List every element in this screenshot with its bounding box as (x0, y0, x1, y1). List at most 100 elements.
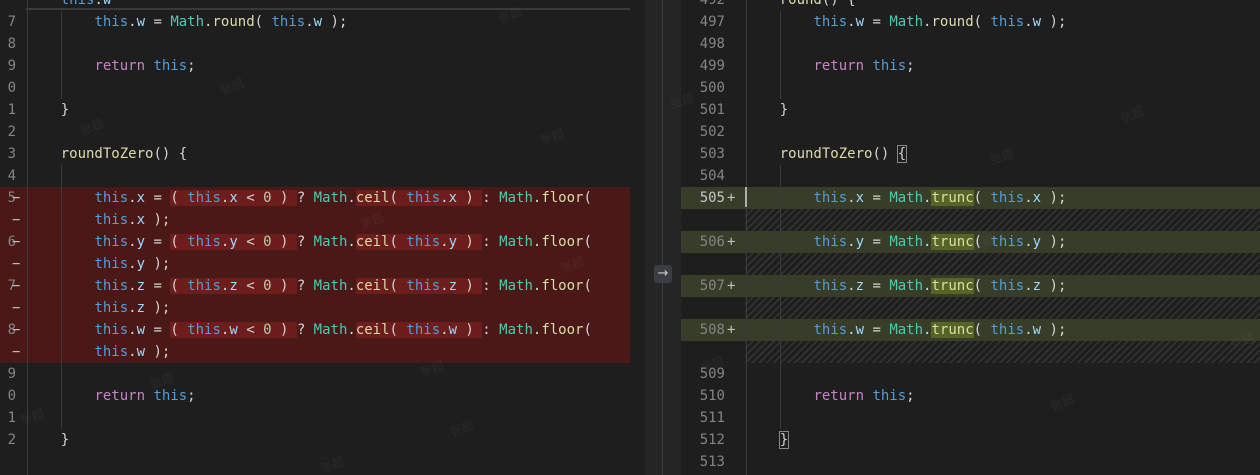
right-code-line[interactable]: 497 this.w = Math.round( this.w ); (681, 11, 1260, 33)
right-code-line[interactable]: 505 + this.x = Math.trunc( this.x ); (681, 187, 1260, 209)
code-token: ; (906, 58, 915, 74)
code-token: this (60, 0, 95, 8)
code-token: ? (296, 278, 314, 294)
code-token: . (440, 322, 449, 338)
left-code-line[interactable]: 0 return this; (0, 385, 645, 407)
right-code-line[interactable]: 512} (681, 429, 1260, 451)
code-token: ( (973, 190, 991, 206)
code-token: y (1032, 234, 1042, 250)
left-code-line[interactable]: this.w (0, 0, 645, 11)
code-token: this (813, 278, 848, 294)
code-token: } (778, 431, 790, 449)
code-token: ( (389, 278, 407, 294)
left-code-line[interactable]: 0 (0, 77, 645, 99)
left-code-line[interactable]: 2} (0, 429, 645, 451)
code-token: this (990, 322, 1025, 338)
right-code-line[interactable]: 507 + this.z = Math.trunc( this.z ); (681, 275, 1260, 297)
left-code-line[interactable]: 7 this.w = Math.round( this.w ); (0, 11, 645, 33)
code-token: < (237, 190, 264, 206)
code-token: return (813, 58, 865, 74)
code-token: w (1032, 322, 1042, 338)
right-code-line[interactable] (681, 297, 1260, 319)
code-token: Math (313, 234, 348, 250)
right-code-line[interactable]: 503 roundToZero() { (681, 143, 1260, 165)
left-code-line[interactable]: 9 (0, 363, 645, 385)
code-token: trunc (931, 278, 974, 294)
code-token: . (1024, 190, 1033, 206)
code-token: y (448, 234, 457, 250)
left-code-line[interactable]: 6− this.y = ( this.y < 0 ) ? Math.ceil( t… (0, 231, 645, 253)
right-code-line[interactable] (681, 341, 1260, 363)
code-token: ceil (355, 278, 390, 294)
code-token: this (990, 190, 1025, 206)
code-token: = (145, 14, 171, 30)
right-code-line[interactable]: 501} (681, 99, 1260, 121)
revert-arrow-icon[interactable]: → (654, 265, 672, 283)
line-number: 9 (7, 58, 16, 74)
left-code-line[interactable]: 9 return this; (0, 55, 645, 77)
right-code-line[interactable]: 508 + this.w = Math.trunc( this.w ); (681, 319, 1260, 341)
right-code-line[interactable]: 513 (681, 451, 1260, 473)
left-code-line[interactable]: 8 (0, 33, 645, 55)
code-token: < (237, 234, 264, 250)
right-code-line[interactable]: 510 return this; (681, 385, 1260, 407)
right-code-line[interactable] (681, 209, 1260, 231)
left-code-line[interactable]: 8− this.w = ( this.w < 0 ) ? Math.ceil( t… (0, 319, 645, 341)
right-code-line[interactable]: 499 return this; (681, 55, 1260, 77)
left-code-line[interactable]: 4 (0, 165, 645, 187)
removed-marker: − (12, 234, 21, 250)
code-token: this (990, 14, 1025, 30)
original-editor-pane[interactable]: this.w 7 this.w = Math.round( this.w ); 8 9 r… (0, 0, 645, 475)
code-token: round (212, 14, 255, 30)
code-token: ( (583, 234, 592, 250)
code-token: ); (322, 14, 348, 30)
left-code-line[interactable]: 5− this.x = ( this.x < 0 ) ? Math.ceil( t… (0, 187, 645, 209)
line-number: 503 (699, 146, 725, 162)
left-code-line[interactable]: − this.z ); (0, 297, 645, 319)
right-code-line[interactable]: 502 (681, 121, 1260, 143)
left-code-line[interactable]: − this.x ); (0, 209, 645, 231)
code-token: . (440, 234, 449, 250)
code-token: this (813, 14, 848, 30)
code-token: . (128, 344, 137, 360)
code-token: ) (271, 190, 297, 206)
code-text: this.z = Math.trunc( this.z ); (813, 275, 1066, 297)
code-text: this.y ); (94, 253, 170, 275)
line-number: 7 (7, 14, 16, 30)
left-code-line[interactable]: 7− this.z = ( this.z < 0 ) ? Math.ceil( t… (0, 275, 645, 297)
code-token: . (128, 190, 137, 206)
code-token: ) (271, 278, 297, 294)
right-code-line[interactable]: 511 (681, 407, 1260, 429)
code-token: z (136, 278, 146, 294)
code-token: ); (1041, 190, 1067, 206)
code-token: ); (1041, 278, 1067, 294)
code-token: < (237, 322, 264, 338)
code-token: z (229, 278, 238, 294)
right-code-line[interactable]: 498 (681, 33, 1260, 55)
code-token: floor (541, 322, 584, 338)
right-code-line[interactable]: 500 (681, 77, 1260, 99)
right-code-line[interactable] (681, 253, 1260, 275)
right-code-line[interactable]: 509 (681, 363, 1260, 385)
code-token: ; (187, 388, 196, 404)
left-code-line[interactable]: − this.y ); (0, 253, 645, 275)
code-text: this.w = ( this.w < 0 ) ? Math.ceil( thi… (94, 319, 592, 341)
code-token: w (448, 322, 457, 338)
code-token: this (406, 278, 441, 294)
left-code-line[interactable]: − this.w ); (0, 341, 645, 363)
code-token: y (136, 234, 146, 250)
right-code-line[interactable]: 492 round() { (681, 0, 1260, 11)
code-token: = (864, 322, 890, 338)
code-token: = (864, 190, 890, 206)
code-token: this (94, 234, 129, 250)
code-token: ( (170, 278, 188, 294)
right-code-line[interactable]: 504 (681, 165, 1260, 187)
line-number (0, 451, 16, 473)
code-token: Math (499, 322, 533, 338)
code-token: w (1032, 14, 1042, 30)
code-token: Math (313, 278, 348, 294)
indent-guide (746, 0, 747, 475)
code-token: z (855, 278, 865, 294)
code-token: this (187, 278, 221, 294)
left-code-line[interactable]: 1 (0, 407, 645, 429)
